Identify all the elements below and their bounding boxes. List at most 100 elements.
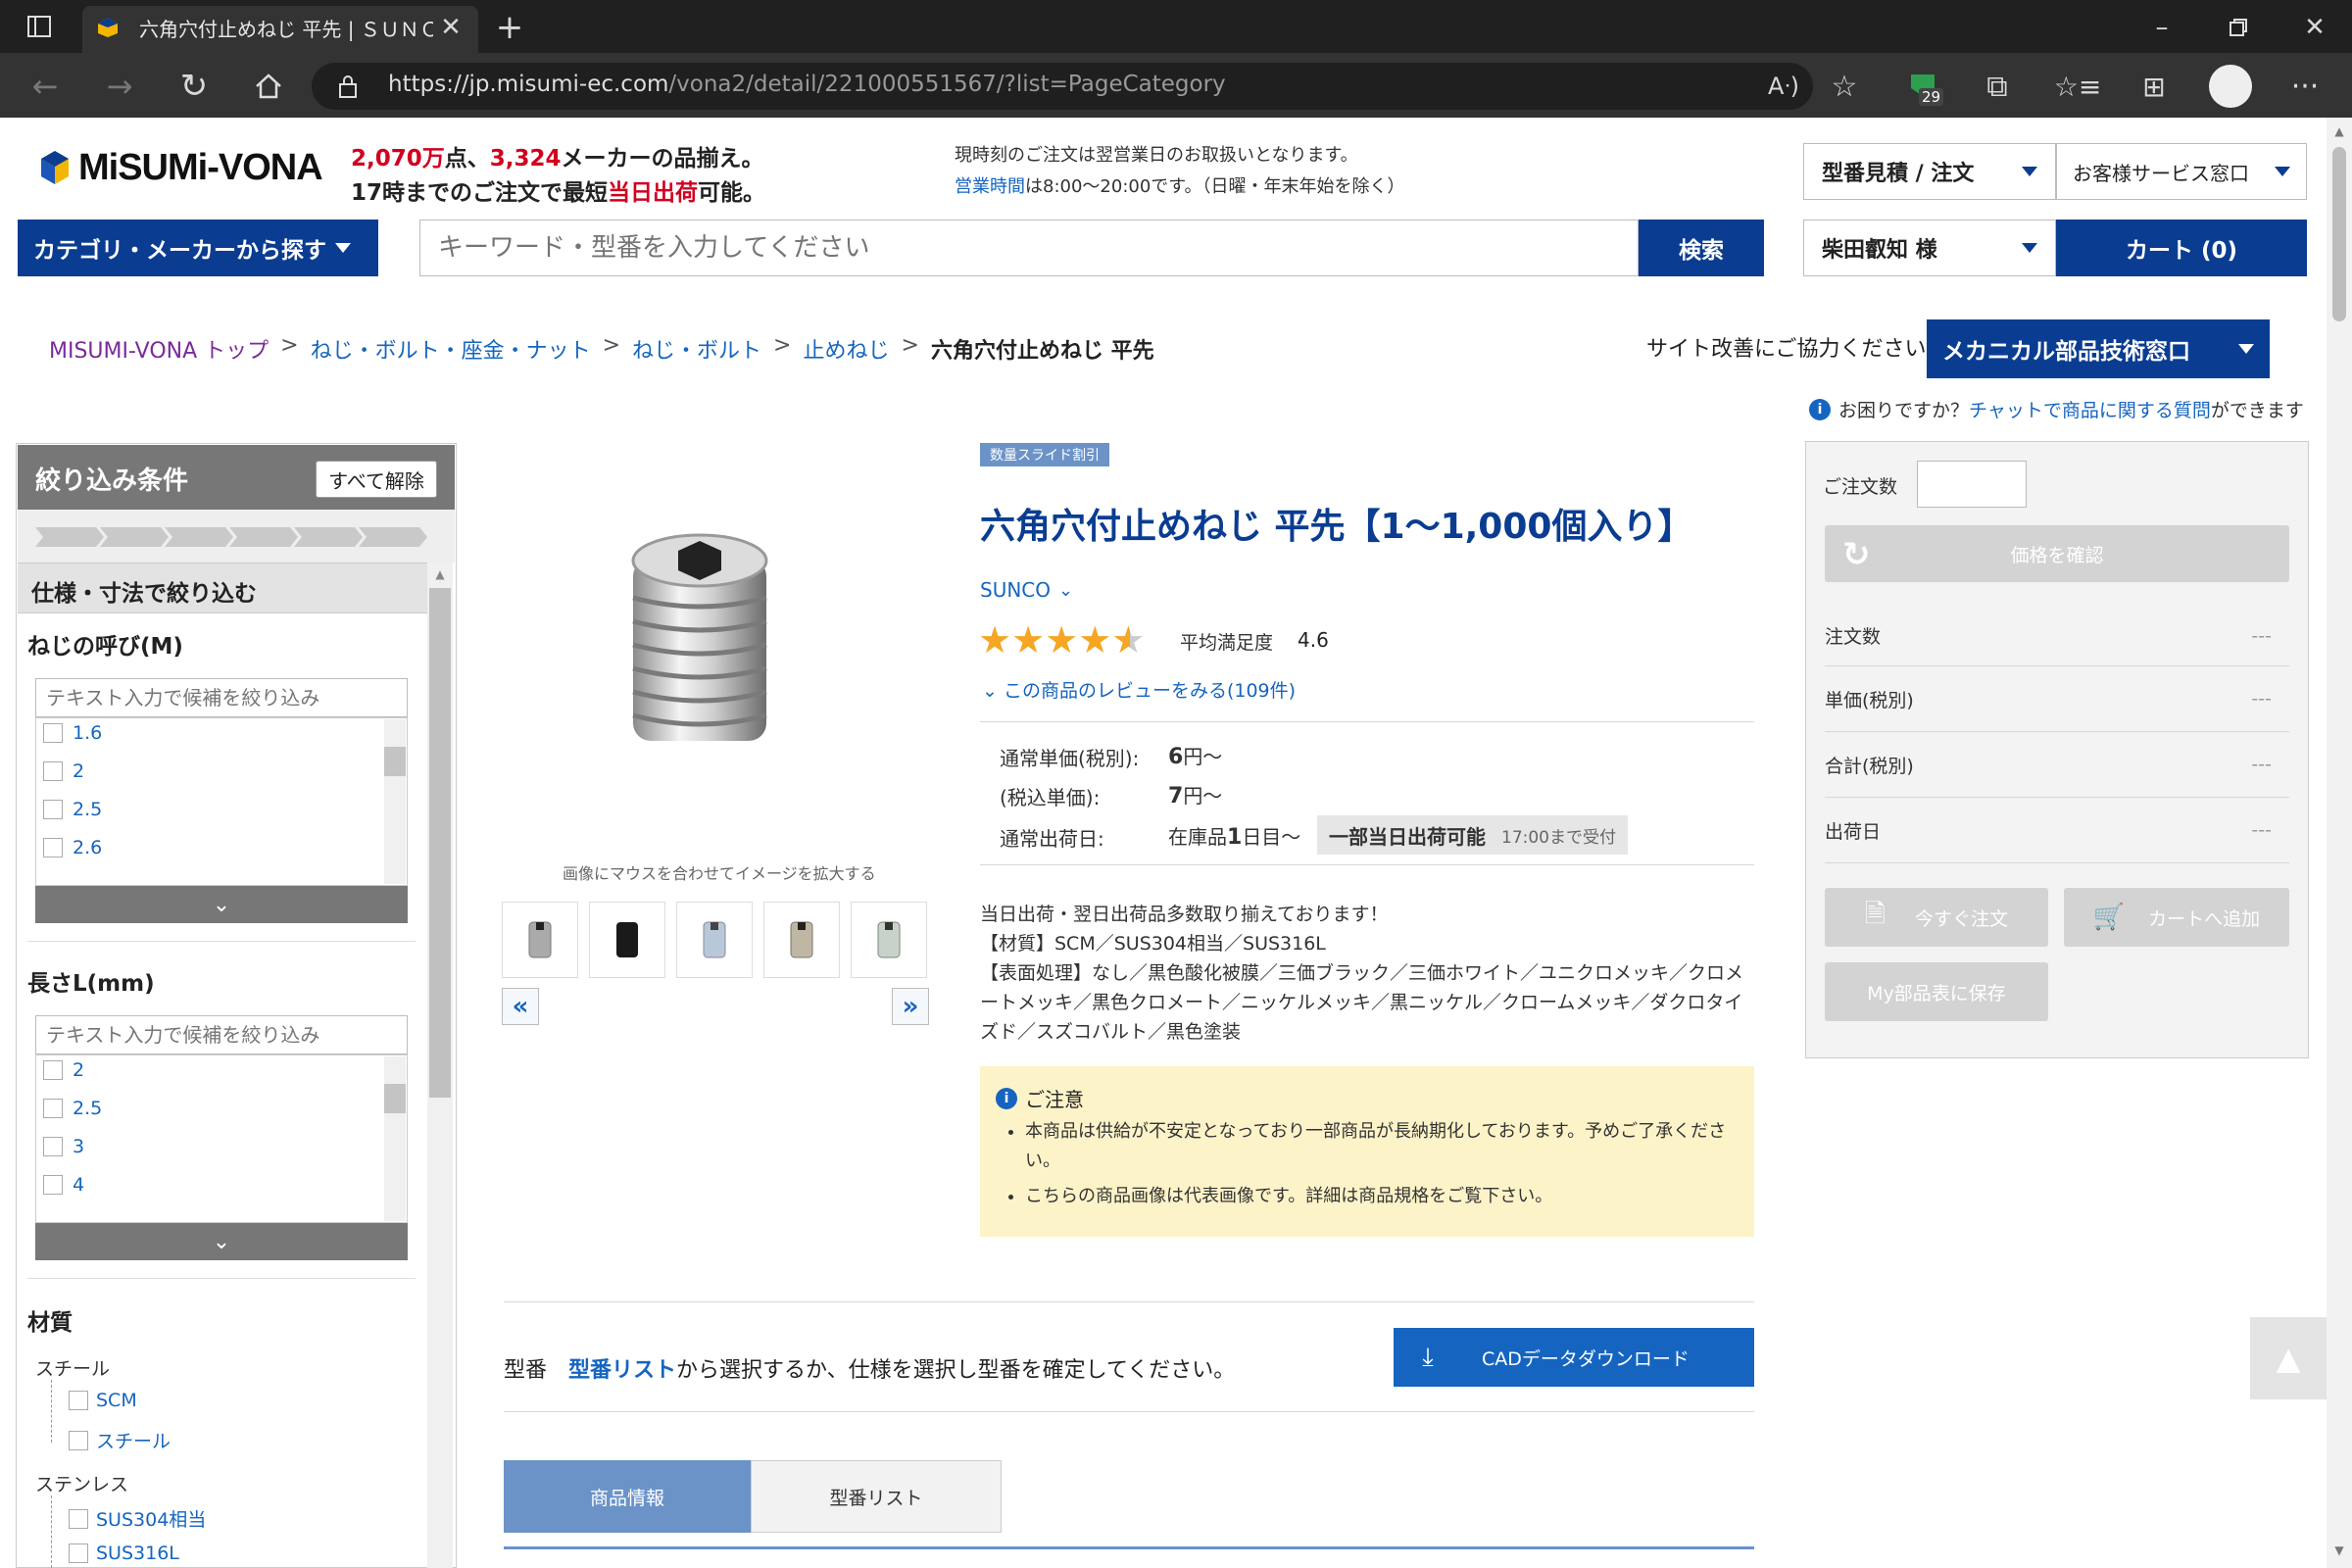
length-option[interactable]: 4 <box>43 1173 102 1196</box>
user-menu-dropdown[interactable]: 柴田叡知 様 <box>1803 220 2056 276</box>
more-menu-icon[interactable]: ··· <box>2285 69 2325 104</box>
material-option-scm[interactable]: SCM <box>69 1390 137 1411</box>
refresh-icon[interactable]: ↻ <box>174 67 214 106</box>
new-tab-icon[interactable]: + <box>492 8 527 47</box>
checkbox[interactable] <box>43 1059 63 1080</box>
filter-scrollbar-thumb[interactable] <box>429 588 451 1098</box>
tab-product-info[interactable]: 商品情報 <box>504 1460 751 1533</box>
thread-option[interactable]: 2.5 <box>43 798 102 820</box>
scroll-up-icon[interactable]: ▲ <box>429 564 451 584</box>
cad-download-button[interactable]: ⤓ CADデータダウンロード <box>1394 1328 1754 1387</box>
close-tab-icon[interactable]: ✕ <box>437 13 465 42</box>
feedback-dropdown[interactable]: サイト改善にご協力ください <box>1646 331 1962 363</box>
divider <box>980 864 1754 865</box>
length-search-input[interactable] <box>35 1015 408 1054</box>
page-scrollbar[interactable] <box>2327 118 2352 1568</box>
reviews-link[interactable]: ⌄ この商品のレビューをみる(109件) <box>982 676 1296 703</box>
page-scrollbar-thumb[interactable] <box>2332 147 2346 321</box>
breadcrumb-item-screws-bolts[interactable]: ねじ・ボルト <box>632 333 761 365</box>
tech-support-button[interactable]: メカニカル部品技術窓口 <box>1927 319 2270 378</box>
back-to-top-icon[interactable]: ▲ <box>2250 1317 2327 1399</box>
model-list-link[interactable]: 型番リスト <box>568 1358 676 1383</box>
extension-badge-icon[interactable]: 29 <box>1905 69 1944 108</box>
checkbox[interactable] <box>43 1136 63 1156</box>
checkbox[interactable] <box>69 1508 88 1529</box>
document-icon: 🗎 <box>1865 900 1886 929</box>
lock-icon[interactable] <box>333 71 363 102</box>
brand-link[interactable]: SUNCO ⌄ <box>980 578 1073 602</box>
breadcrumb-item-set-screws[interactable]: 止めねじ <box>803 333 889 365</box>
quantity-input[interactable] <box>1917 461 2027 508</box>
read-aloud-icon[interactable]: Aᐧ) <box>1764 69 1803 104</box>
close-window-icon[interactable]: ✕ <box>2295 10 2334 45</box>
site-logo[interactable]: MiSUMi-VONA <box>78 147 323 189</box>
download-icon: ⤓ <box>1422 1342 1434 1372</box>
order-now-button[interactable]: 🗎 今すぐ注文 <box>1825 888 2048 947</box>
checkbox[interactable] <box>69 1544 88 1563</box>
back-icon[interactable]: ← <box>25 67 65 106</box>
home-icon[interactable] <box>249 67 288 106</box>
collections-icon[interactable]: ⊞ <box>2134 69 2174 104</box>
checkbox[interactable] <box>43 760 63 781</box>
checkbox[interactable] <box>43 1098 63 1118</box>
profile-avatar[interactable] <box>2209 65 2252 108</box>
scroll-up-icon[interactable]: ▲ <box>2328 122 2350 141</box>
search-button[interactable]: 検索 <box>1639 220 1764 276</box>
search-input[interactable] <box>419 220 1639 276</box>
length-list-scrollbar[interactable] <box>384 1056 406 1221</box>
business-hours-link[interactable]: 営業時間 <box>955 176 1025 197</box>
checkbox[interactable] <box>43 837 63 858</box>
checkbox[interactable] <box>69 1391 88 1410</box>
thumbnail-next-icon[interactable]: » <box>892 988 929 1025</box>
thumbnail-4[interactable] <box>763 902 840 978</box>
checkbox[interactable] <box>43 799 63 819</box>
length-option[interactable]: 2.5 <box>43 1097 102 1119</box>
material-option-steel[interactable]: スチール <box>69 1427 171 1453</box>
product-image[interactable] <box>612 519 788 764</box>
tab-actions-icon[interactable] <box>22 12 57 41</box>
checkbox[interactable] <box>43 722 63 743</box>
forward-icon[interactable]: → <box>100 67 139 106</box>
thumbnail-2[interactable] <box>589 902 665 978</box>
check-price-button[interactable]: ↻ 価格を確認 <box>1825 525 2289 582</box>
breadcrumb-item-screws-bolts-washers-nuts[interactable]: ねじ・ボルト・座金・ナット <box>311 333 591 365</box>
business-hours-notice: 営業時間は8:00〜20:00です。（日曜・年末年始を除く） <box>955 176 1405 197</box>
restore-icon[interactable] <box>2219 10 2258 45</box>
thread-expand-chevron-icon[interactable]: ⌄ <box>35 886 408 923</box>
price-label: 通常単価(税別): <box>1000 747 1140 770</box>
cart-button[interactable]: カート (0) <box>2056 220 2307 276</box>
add-favorite-icon[interactable]: ☆ <box>1825 69 1864 104</box>
star-icon: ★ <box>1011 618 1046 662</box>
material-option-sus304[interactable]: SUS304相当 <box>69 1505 206 1532</box>
add-to-cart-button[interactable]: 🛒 カートへ追加 <box>2064 888 2289 947</box>
chat-link[interactable]: チャットで商品に関する質問 <box>1969 400 2211 421</box>
extensions-icon[interactable]: ⧉ <box>1978 69 2017 104</box>
thumbnail-1[interactable] <box>502 902 578 978</box>
save-parts-list-button[interactable]: My部品表に保存 <box>1825 962 2048 1021</box>
thumbnail-3[interactable] <box>676 902 753 978</box>
checkbox[interactable] <box>43 1174 63 1195</box>
category-search-button[interactable]: カテゴリ・メーカーから探す <box>18 220 378 276</box>
minimize-icon[interactable]: – <box>2142 10 2181 45</box>
thread-list-scrollbar[interactable] <box>384 719 406 884</box>
scroll-down-icon[interactable]: ▼ <box>2328 1541 2350 1560</box>
thread-size-search-input[interactable] <box>35 678 408 717</box>
breadcrumb-item-top[interactable]: MISUMI-VONA トップ <box>49 333 269 365</box>
quote-order-dropdown[interactable]: 型番見積 / 注文 <box>1803 143 2056 200</box>
length-option[interactable]: 2 <box>43 1058 102 1081</box>
checkbox[interactable] <box>69 1430 88 1450</box>
price-value: 6円〜 <box>1168 745 1223 769</box>
tax-price-label: (税込単価): <box>1000 786 1101 809</box>
thumbnail-prev-icon[interactable]: « <box>502 988 539 1025</box>
clear-all-button[interactable]: すべて解除 <box>316 461 437 498</box>
thread-option[interactable]: 1.6 <box>43 721 102 744</box>
thread-option[interactable]: 2 <box>43 760 102 782</box>
customer-service-dropdown[interactable]: お客様サービス窓口 <box>2056 143 2307 200</box>
tab-model-list[interactable]: 型番リスト <box>751 1460 1002 1533</box>
favorites-icon[interactable]: ☆≡ <box>2054 69 2102 104</box>
thumbnail-5[interactable] <box>851 902 927 978</box>
length-expand-chevron-icon[interactable]: ⌄ <box>35 1223 408 1260</box>
thread-option[interactable]: 2.6 <box>43 836 102 858</box>
length-option[interactable]: 3 <box>43 1135 102 1157</box>
material-option-sus316l[interactable]: SUS316L <box>69 1543 179 1564</box>
